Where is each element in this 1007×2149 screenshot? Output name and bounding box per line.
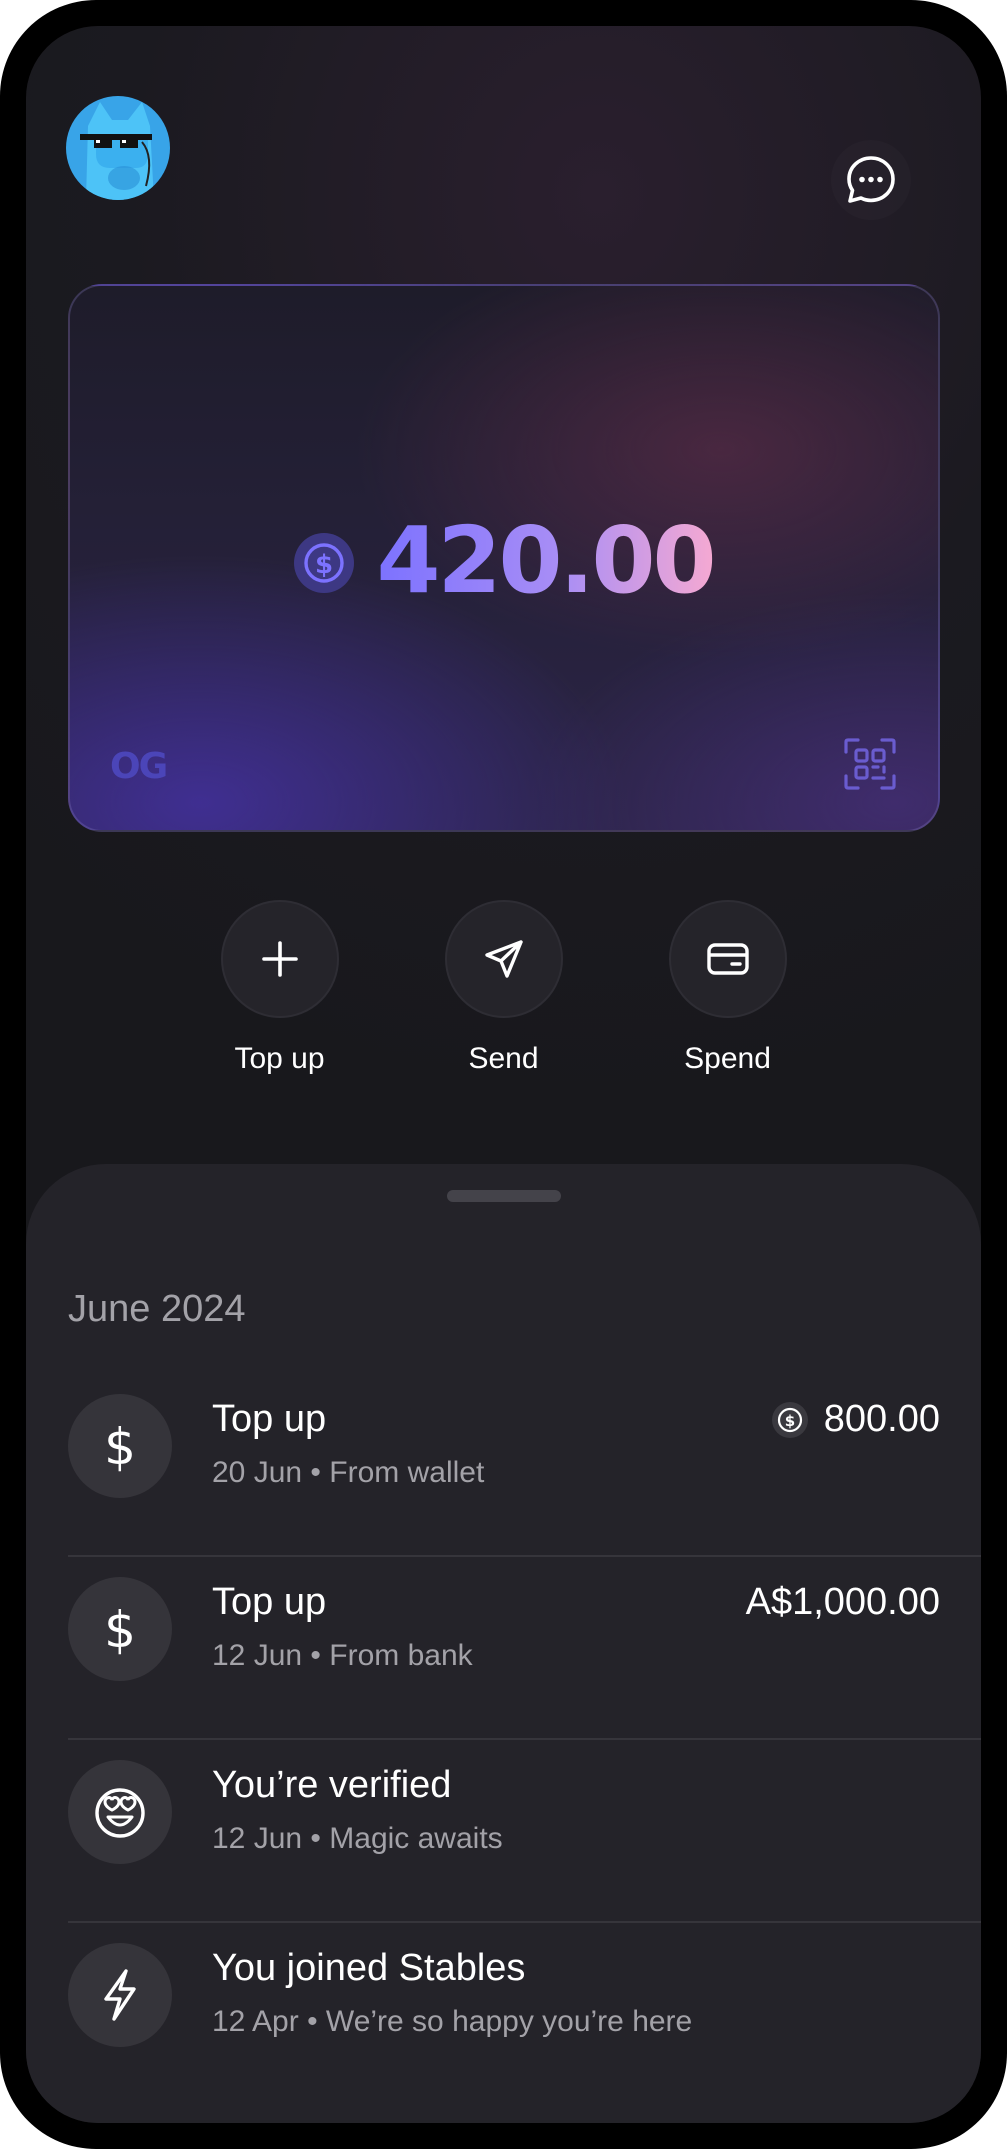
- transaction-amount-value: A$1,000.00: [745, 1581, 940, 1623]
- transaction-detail: From wallet: [329, 1456, 485, 1489]
- transaction-subtitle: 12 Jun • From bank: [212, 1639, 473, 1672]
- transaction-date: 12 Apr: [212, 2005, 299, 2038]
- transaction-row[interactable]: $ Top up 20 Jun • From wallet $ 800.00: [68, 1374, 981, 1557]
- send-icon: [484, 940, 523, 978]
- quick-actions: Top up Send Spend: [26, 900, 981, 1076]
- chat-bubble-icon: [847, 156, 895, 203]
- transaction-row[interactable]: You’re verified 12 Jun • Magic awaits: [68, 1740, 981, 1923]
- sheet-drag-handle[interactable]: [447, 1190, 561, 1202]
- top-up-action[interactable]: Top up: [219, 900, 341, 1076]
- svg-text:$: $: [104, 1601, 136, 1657]
- transaction-amount: $ 800.00: [771, 1398, 940, 1441]
- cat-avatar[interactable]: [66, 96, 170, 200]
- usdc-icon: $: [294, 533, 355, 593]
- transaction-date: 20 Jun: [212, 1456, 303, 1489]
- transaction-detail: From bank: [329, 1639, 473, 1672]
- svg-text:$: $: [315, 550, 333, 580]
- transaction-row[interactable]: You joined Stables 12 Apr • We’re so hap…: [68, 1923, 981, 2106]
- balance-amount: 420.00: [376, 507, 716, 614]
- spend-label: Spend: [684, 1042, 771, 1075]
- dollar-icon: $: [68, 1394, 172, 1498]
- support-chat-button[interactable]: [831, 140, 911, 220]
- card-icon: [706, 943, 749, 975]
- plus-icon: [261, 941, 298, 977]
- transaction-subtitle: 12 Apr • We’re so happy you’re here: [212, 2005, 693, 2038]
- svg-text:$: $: [104, 1418, 136, 1474]
- transaction-detail: Magic awaits: [329, 1822, 503, 1855]
- transaction-detail: We’re so happy you’re here: [325, 2005, 693, 2038]
- transaction-date: 12 Jun: [212, 1822, 303, 1855]
- transaction-row[interactable]: $ Top up 12 Jun • From bank A$1,000.00: [68, 1557, 981, 1740]
- device-frame: $ 420.00 OG Top up Send Spend June 2024 …: [0, 0, 1007, 2149]
- transaction-subtitle: 12 Jun • Magic awaits: [212, 1822, 503, 1855]
- card-brand-logo: OG: [110, 746, 168, 787]
- send-action[interactable]: Send: [443, 900, 565, 1076]
- spend-action[interactable]: Spend: [667, 900, 789, 1076]
- transaction-title: Top up: [212, 1398, 327, 1440]
- send-button[interactable]: [444, 900, 563, 1018]
- activity-sheet: June 2024 $ Top up 20 Jun • From wallet: [26, 1164, 981, 2123]
- top-up-button[interactable]: [220, 900, 339, 1018]
- transaction-title: You’re verified: [212, 1764, 452, 1806]
- transaction-title: You joined Stables: [212, 1947, 526, 1989]
- usdc-icon: $: [771, 1401, 808, 1438]
- dollar-icon: $: [68, 1577, 172, 1681]
- lightning-icon: [68, 1943, 172, 2047]
- app-screen: $ 420.00 OG Top up Send Spend June 2024 …: [26, 26, 981, 2123]
- transaction-amount: A$1,000.00: [746, 1581, 940, 1624]
- transaction-title: Top up: [212, 1581, 327, 1623]
- transaction-subtitle: 20 Jun • From wallet: [212, 1456, 485, 1489]
- spend-button[interactable]: [668, 900, 787, 1018]
- svg-text:$: $: [785, 1412, 795, 1430]
- qr-scan-icon[interactable]: [842, 736, 898, 792]
- top-up-label: Top up: [234, 1042, 325, 1075]
- balance-row: $ 420.00: [70, 506, 938, 616]
- send-label: Send: [468, 1042, 539, 1075]
- balance-card[interactable]: $ 420.00 OG: [68, 284, 940, 832]
- transaction-date: 12 Jun: [212, 1639, 303, 1672]
- transaction-list: $ Top up 20 Jun • From wallet $ 800.00 $…: [68, 1374, 981, 2106]
- heart-eyes-icon: [68, 1760, 172, 1864]
- transaction-amount-value: 800.00: [823, 1398, 940, 1440]
- month-header: June 2024: [68, 1288, 246, 1330]
